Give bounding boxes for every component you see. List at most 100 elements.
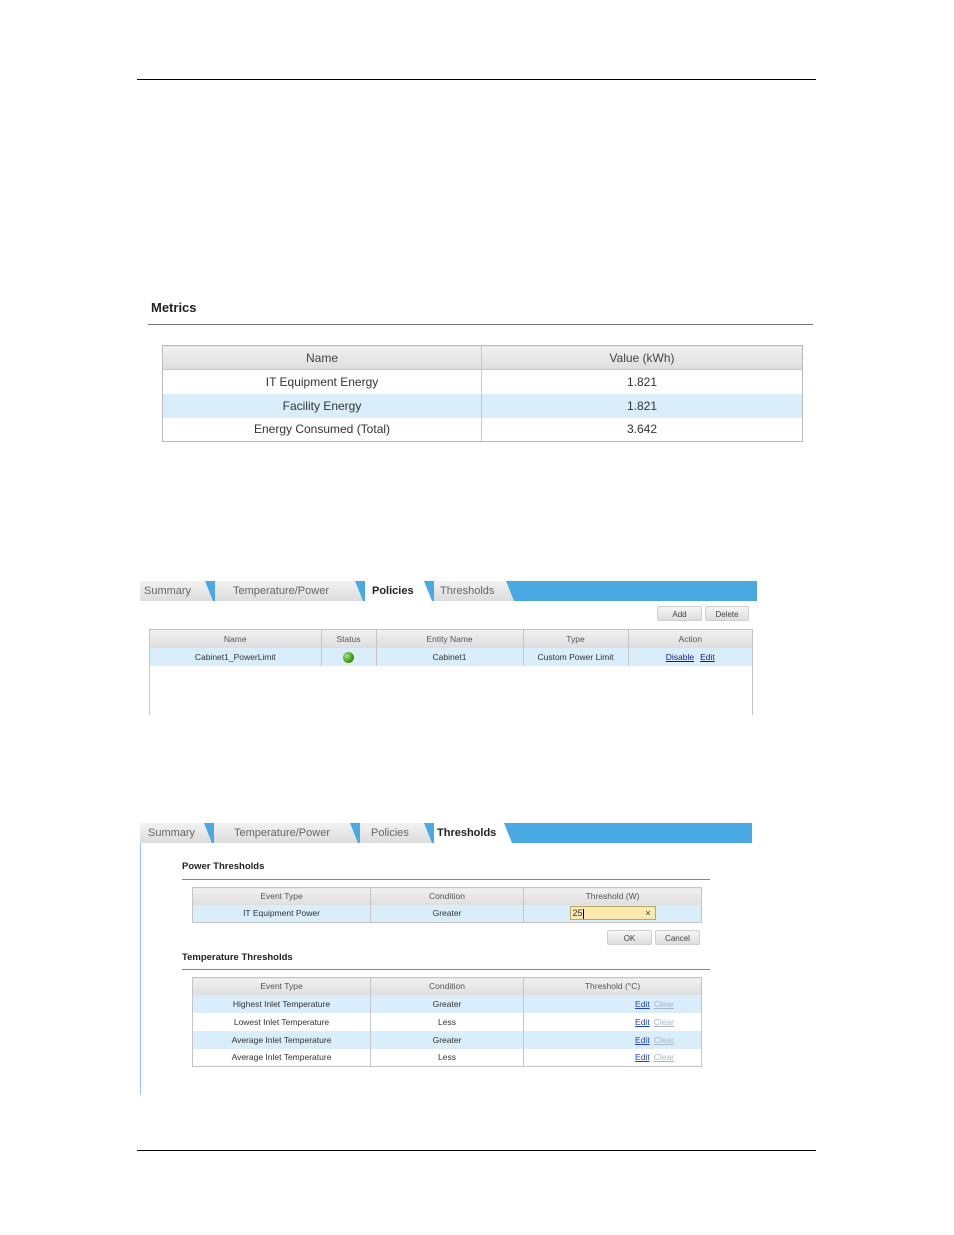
event-type: IT Equipment Power xyxy=(192,904,371,923)
threshold-actions: Edit Clear xyxy=(523,1030,702,1049)
edit-link[interactable]: Edit xyxy=(700,652,715,662)
power-header-row: Event Type Condition Threshold (W) xyxy=(192,887,702,905)
power-thresholds-table: Event Type Condition Threshold (W) IT Eq… xyxy=(192,887,702,923)
policies-header-row: Name Status Entity Name Type Action xyxy=(150,630,752,648)
edit-link[interactable]: Edit xyxy=(635,1052,650,1062)
policy-entity: Cabinet1 xyxy=(376,648,524,666)
metrics-col-name: Name xyxy=(162,345,482,370)
tab-summary[interactable]: Summary xyxy=(140,823,212,843)
metric-value: 3.642 xyxy=(626,422,658,437)
condition: Greater xyxy=(370,994,524,1013)
col-condition: Condition xyxy=(370,977,524,995)
threshold-actions: Edit Clear xyxy=(524,1013,702,1031)
thresholds-tab-bar: Summary Temperature/Power Policies Thres… xyxy=(140,823,752,843)
delete-button[interactable]: Delete xyxy=(705,606,749,621)
temperature-thresholds-title: Temperature Thresholds xyxy=(182,952,293,963)
col-event-type: Event Type xyxy=(192,977,371,995)
condition: Greater xyxy=(370,904,524,923)
tab-policies[interactable]: Policies xyxy=(360,823,432,843)
col-entity-name: Entity Name xyxy=(376,630,524,648)
tab-label: Summary xyxy=(148,827,196,839)
threshold-actions: Edit Clear xyxy=(524,1049,702,1067)
metrics-divider xyxy=(148,324,813,325)
threshold-cell: 25 × xyxy=(523,904,702,923)
clear-link: Clear xyxy=(653,1016,674,1027)
metrics-col-value: Value (kWh) xyxy=(481,345,803,370)
policy-name: Cabinet1_PowerLimit xyxy=(150,648,322,666)
metric-name: Facility Energy xyxy=(162,393,482,418)
thresholds-panel-border xyxy=(140,843,141,1095)
threshold-input[interactable]: 25 × xyxy=(569,906,656,921)
header-rule xyxy=(137,79,816,80)
clear-link: Clear xyxy=(653,998,674,1009)
policies-table: Name Status Entity Name Type Action Cabi… xyxy=(150,630,752,666)
footer-rule xyxy=(137,1150,816,1151)
col-threshold: Threshold (°C) xyxy=(523,977,702,995)
clear-link: Clear xyxy=(653,1034,674,1045)
temperature-thresholds-table: Event Type Condition Threshold (°C) High… xyxy=(192,977,702,1067)
table-row: IT Equipment Energy 1.821 xyxy=(162,369,803,394)
tab-label: Summary xyxy=(144,585,192,597)
table-row: Energy Consumed (Total) 3.642 xyxy=(162,417,803,442)
table-row: Average Inlet Temperature Less Edit Clear xyxy=(192,1048,702,1067)
disable-link[interactable]: Disable xyxy=(666,652,694,662)
event-type: Average Inlet Temperature xyxy=(192,1030,371,1049)
tab-summary[interactable]: Summary xyxy=(140,581,213,601)
policies-tab-bar: Summary Temperature/Power Policies Thres… xyxy=(140,581,757,601)
metric-value: 1.821 xyxy=(481,393,803,418)
event-type: Highest Inlet Temperature xyxy=(192,994,371,1013)
policy-type: Custom Power Limit xyxy=(523,648,629,666)
tab-temperature-power[interactable]: Temperature/Power xyxy=(215,581,363,601)
table-row: Lowest Inlet Temperature Less Edit Clear xyxy=(192,1012,702,1031)
metrics-header-row: Name Value (kWh) xyxy=(162,345,803,370)
metric-name: Energy Consumed (Total) xyxy=(162,417,482,442)
table-row[interactable]: Cabinet1_PowerLimit Cabinet1 Custom Powe… xyxy=(150,648,752,666)
event-type: Lowest Inlet Temperature xyxy=(192,1012,371,1031)
col-status: Status xyxy=(321,630,377,648)
text-cursor xyxy=(582,908,584,919)
table-row: IT Equipment Power Greater 25 × xyxy=(192,904,702,923)
edit-link[interactable]: Edit xyxy=(635,1017,650,1027)
clear-icon[interactable]: × xyxy=(645,907,650,919)
tab-label: Temperature/Power xyxy=(233,585,329,597)
col-threshold: Threshold (W) xyxy=(523,887,702,905)
col-action: Action xyxy=(628,630,752,648)
add-button[interactable]: Add xyxy=(657,606,702,621)
condition: Less xyxy=(370,1012,524,1031)
table-row: Highest Inlet Temperature Greater Edit Cl… xyxy=(192,994,702,1013)
metrics-title: Metrics xyxy=(151,300,197,315)
tab-label: Temperature/Power xyxy=(234,827,330,839)
policies-table-panel: Name Status Entity Name Type Action Cabi… xyxy=(149,629,753,715)
tab-temperature-power[interactable]: Temperature/Power xyxy=(214,823,358,843)
clear-link: Clear xyxy=(653,1052,674,1063)
tab-label: Policies xyxy=(371,827,409,839)
edit-link[interactable]: Edit xyxy=(635,999,650,1009)
threshold-value: 25 xyxy=(572,908,583,919)
status-ok-icon xyxy=(343,651,354,663)
col-condition: Condition xyxy=(370,887,524,905)
metric-value: 1.821 xyxy=(626,374,658,389)
condition: Greater xyxy=(370,1030,524,1049)
policy-actions: Disable Edit xyxy=(628,648,752,666)
ok-button[interactable]: OK xyxy=(607,930,652,945)
tab-thresholds[interactable]: Thresholds xyxy=(434,581,514,601)
temperature-thresholds-divider xyxy=(182,969,710,970)
event-type: Average Inlet Temperature xyxy=(192,1048,371,1067)
tab-policies[interactable]: Policies xyxy=(365,581,432,601)
cancel-button[interactable]: Cancel xyxy=(655,930,700,945)
power-thresholds-title: Power Thresholds xyxy=(182,861,265,872)
col-type: Type xyxy=(523,630,629,648)
metrics-table: Name Value (kWh) IT Equipment Energy 1.8… xyxy=(162,345,803,442)
table-row: Facility Energy 1.821 xyxy=(162,393,803,418)
threshold-actions: Edit Clear xyxy=(523,994,702,1013)
tab-label: Thresholds xyxy=(437,827,497,839)
edit-link[interactable]: Edit xyxy=(635,1035,650,1045)
condition: Less xyxy=(370,1048,524,1067)
tab-thresholds[interactable]: Thresholds xyxy=(434,823,512,843)
table-row: Average Inlet Temperature Greater Edit Cl… xyxy=(192,1030,702,1049)
metric-name: IT Equipment Energy xyxy=(162,369,482,394)
power-thresholds-divider xyxy=(182,879,710,880)
col-name: Name xyxy=(150,630,322,648)
policy-status xyxy=(321,648,377,666)
col-event-type: Event Type xyxy=(192,887,371,905)
